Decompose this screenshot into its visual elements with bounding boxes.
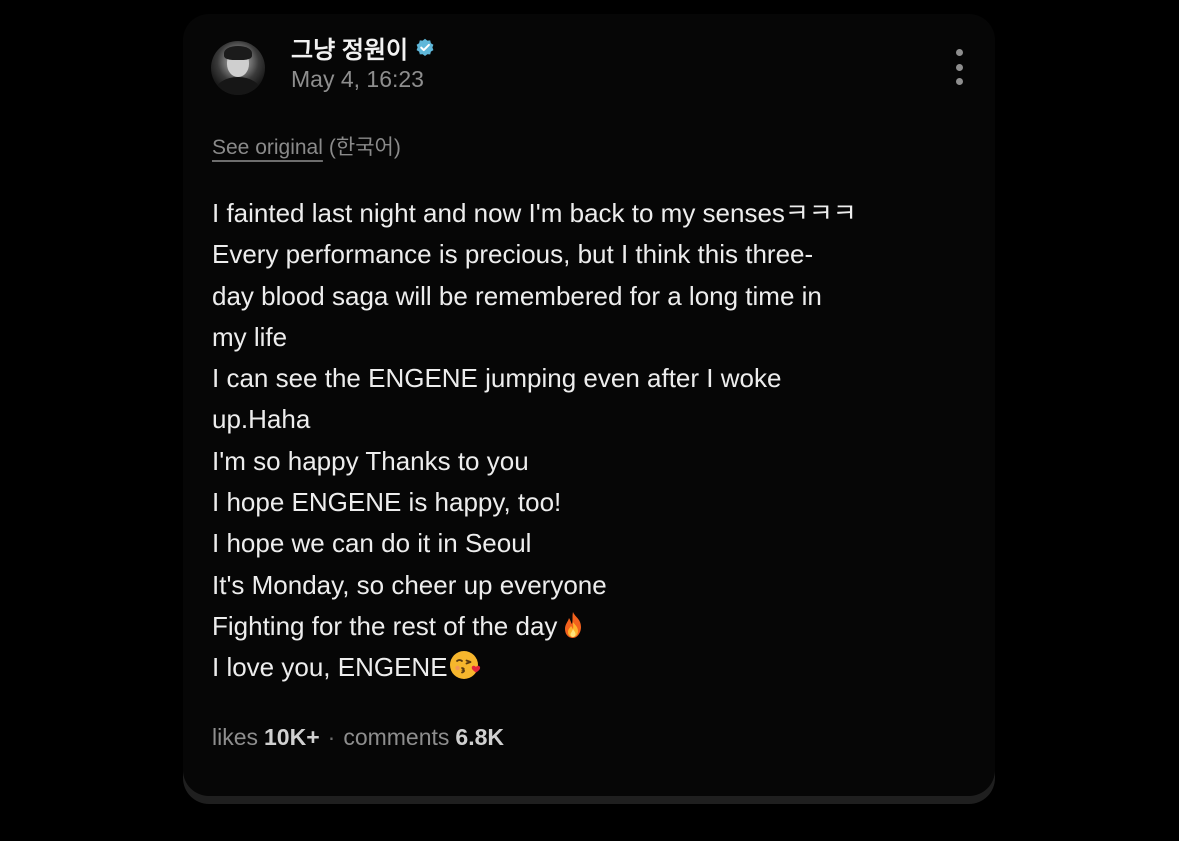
- post-line: up.Haha: [212, 404, 311, 435]
- translation-row: See original (한국어): [212, 131, 401, 161]
- fire-emoji-icon: [565, 611, 582, 638]
- face-blowing-kiss-emoji-icon: [449, 651, 480, 680]
- avatar-shoulders: [215, 77, 261, 95]
- post-line: I hope we can do it in Seoul: [212, 528, 532, 559]
- comments-count[interactable]: 6.8K: [455, 724, 504, 750]
- original-language-label: (한국어): [328, 136, 401, 159]
- post-line: Every performance is precious, but I thi…: [212, 239, 814, 270]
- post-line-with-kiss: I love you, ENGENE: [212, 647, 972, 688]
- likes-count[interactable]: 10K+: [264, 724, 320, 750]
- engagement-stats: likes 10K+ · comments 6.8K: [212, 724, 504, 751]
- comments-label: comments: [343, 724, 450, 750]
- author-name[interactable]: 그냥 정원이: [291, 30, 408, 65]
- author-name-row[interactable]: 그냥 정원이: [291, 30, 435, 65]
- post-line: I hope ENGENE is happy, too!: [212, 487, 562, 518]
- likes-label: likes: [212, 724, 259, 750]
- more-dot: [955, 78, 963, 85]
- author-avatar[interactable]: [211, 41, 265, 95]
- post-timestamp: May 4, 16:23: [291, 66, 424, 92]
- verified-badge-icon: [416, 38, 434, 56]
- post-line-text: Fighting for the rest of the day: [212, 610, 558, 641]
- avatar-hair: [224, 46, 252, 60]
- more-dot: [955, 63, 963, 71]
- more-dot: [955, 49, 963, 56]
- post-line: day blood saga will be remembered for a …: [212, 280, 822, 311]
- post-line: I'm so happy Thanks to you: [212, 445, 529, 476]
- see-original-link[interactable]: See original: [212, 136, 323, 159]
- post-line: I fainted last night and now I'm back to…: [212, 198, 857, 228]
- post-line: my life: [212, 321, 288, 352]
- post-body: I fainted last night and now I'm back to…: [212, 193, 972, 689]
- post-line-with-fire: Fighting for the rest of the day: [212, 606, 972, 647]
- post-line: I can see the ENGENE jumping even after …: [212, 363, 782, 394]
- more-options-icon[interactable]: [945, 46, 973, 88]
- post-line-text: I love you, ENGENE: [212, 652, 448, 683]
- post-line: It's Monday, so cheer up everyone: [212, 569, 607, 600]
- stats-separator: ·: [327, 724, 336, 750]
